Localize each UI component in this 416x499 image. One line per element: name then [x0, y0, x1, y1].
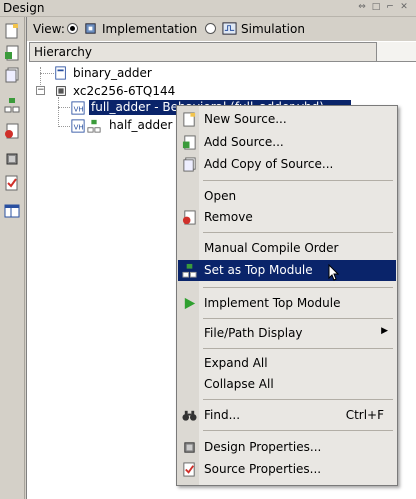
menu-item-implement-top[interactable]: Implement Top Module: [178, 293, 396, 314]
simulation-icon: [222, 22, 237, 35]
panel-layout-icon[interactable]: [4, 203, 20, 219]
menu-item-set-top-module[interactable]: Set as Top Module: [178, 260, 396, 281]
collapse-toggle-icon[interactable]: −: [36, 86, 45, 95]
view-label: View:: [33, 22, 65, 36]
tree-item-device[interactable]: xc2c256-6TQ144: [73, 84, 175, 98]
remove-icon[interactable]: [4, 123, 20, 139]
add-copy-icon[interactable]: [4, 67, 20, 83]
context-menu: New Source... Add Source... Add Copy of …: [176, 105, 398, 486]
menu-item-remove[interactable]: Remove: [178, 207, 396, 228]
properties-icon: [183, 462, 195, 477]
binoculars-icon: [182, 410, 197, 421]
menu-item-add-source[interactable]: Add Source...: [178, 132, 396, 153]
submenu-arrow-icon: ▶: [381, 326, 388, 336]
simulation-radio[interactable]: [205, 23, 216, 34]
float-icon[interactable]: □: [370, 2, 382, 12]
instance-icon: [87, 119, 101, 133]
properties-icon[interactable]: [4, 175, 20, 191]
new-source-icon: [183, 112, 196, 127]
simulation-label[interactable]: Simulation: [241, 22, 305, 36]
tree-item-binary-adder[interactable]: binary_adder: [73, 66, 152, 80]
menu-item-file-path-display[interactable]: File/Path Display ▶: [178, 323, 396, 344]
device-chip-icon: [56, 86, 66, 96]
chip-icon[interactable]: [4, 151, 20, 167]
menu-separator: [203, 430, 393, 431]
svg-text:VH: VH: [74, 106, 84, 114]
menu-item-collapse-all[interactable]: Collapse All: [178, 374, 396, 395]
close-icon[interactable]: ✕: [398, 2, 410, 12]
chip-icon: [184, 442, 195, 453]
menu-item-source-properties[interactable]: Source Properties...: [178, 459, 396, 480]
vhdl-module-icon: VH: [71, 101, 85, 115]
menu-item-expand-all[interactable]: Expand All: [178, 353, 396, 374]
top-module-icon: [182, 263, 197, 278]
find-shortcut: Ctrl+F: [345, 408, 384, 422]
new-source-icon[interactable]: [4, 23, 20, 39]
panel-titlebar: Design ⇔ □ ⌐ ✕: [0, 0, 416, 17]
menu-item-open[interactable]: Open: [178, 186, 396, 207]
menu-separator: [203, 232, 393, 233]
panel-title: Design: [3, 1, 45, 15]
svg-text:VH: VH: [74, 124, 84, 132]
mouse-cursor-icon: [328, 264, 340, 281]
menu-separator: [203, 318, 393, 319]
menu-item-new-source[interactable]: New Source...: [178, 109, 396, 130]
menu-separator: [203, 399, 393, 400]
implementation-icon: [85, 23, 96, 34]
menu-item-find[interactable]: Find... Ctrl+F: [178, 405, 396, 426]
implementation-radio[interactable]: [67, 23, 78, 34]
dock-icon[interactable]: ⌐: [384, 2, 396, 12]
menu-item-add-copy[interactable]: Add Copy of Source...: [178, 154, 396, 175]
view-selector: View: Implementation Simulation: [27, 17, 416, 41]
implementation-label[interactable]: Implementation: [102, 22, 197, 36]
header-filler: [377, 42, 416, 62]
menu-item-manual-compile[interactable]: Manual Compile Order: [178, 238, 396, 259]
hierarchy-header[interactable]: Hierarchy: [29, 42, 377, 62]
add-source-icon: [182, 135, 196, 150]
vhdl-module-icon: VH: [71, 119, 85, 133]
restore-icon[interactable]: ⇔: [356, 2, 368, 12]
add-source-icon[interactable]: [4, 45, 20, 61]
tree-item-half-adder[interactable]: half_adder: [109, 118, 172, 132]
design-toolstrip: [0, 17, 25, 499]
run-icon: [184, 297, 196, 310]
hierarchy-header-label: Hierarchy: [34, 45, 93, 59]
add-copy-icon: [183, 157, 196, 172]
menu-item-design-properties[interactable]: Design Properties...: [178, 437, 396, 458]
project-icon: [55, 66, 66, 80]
top-module-icon[interactable]: [4, 97, 20, 113]
menu-separator: [203, 348, 393, 349]
menu-separator: [203, 287, 393, 288]
menu-separator: [203, 180, 393, 181]
remove-icon: [182, 210, 196, 225]
